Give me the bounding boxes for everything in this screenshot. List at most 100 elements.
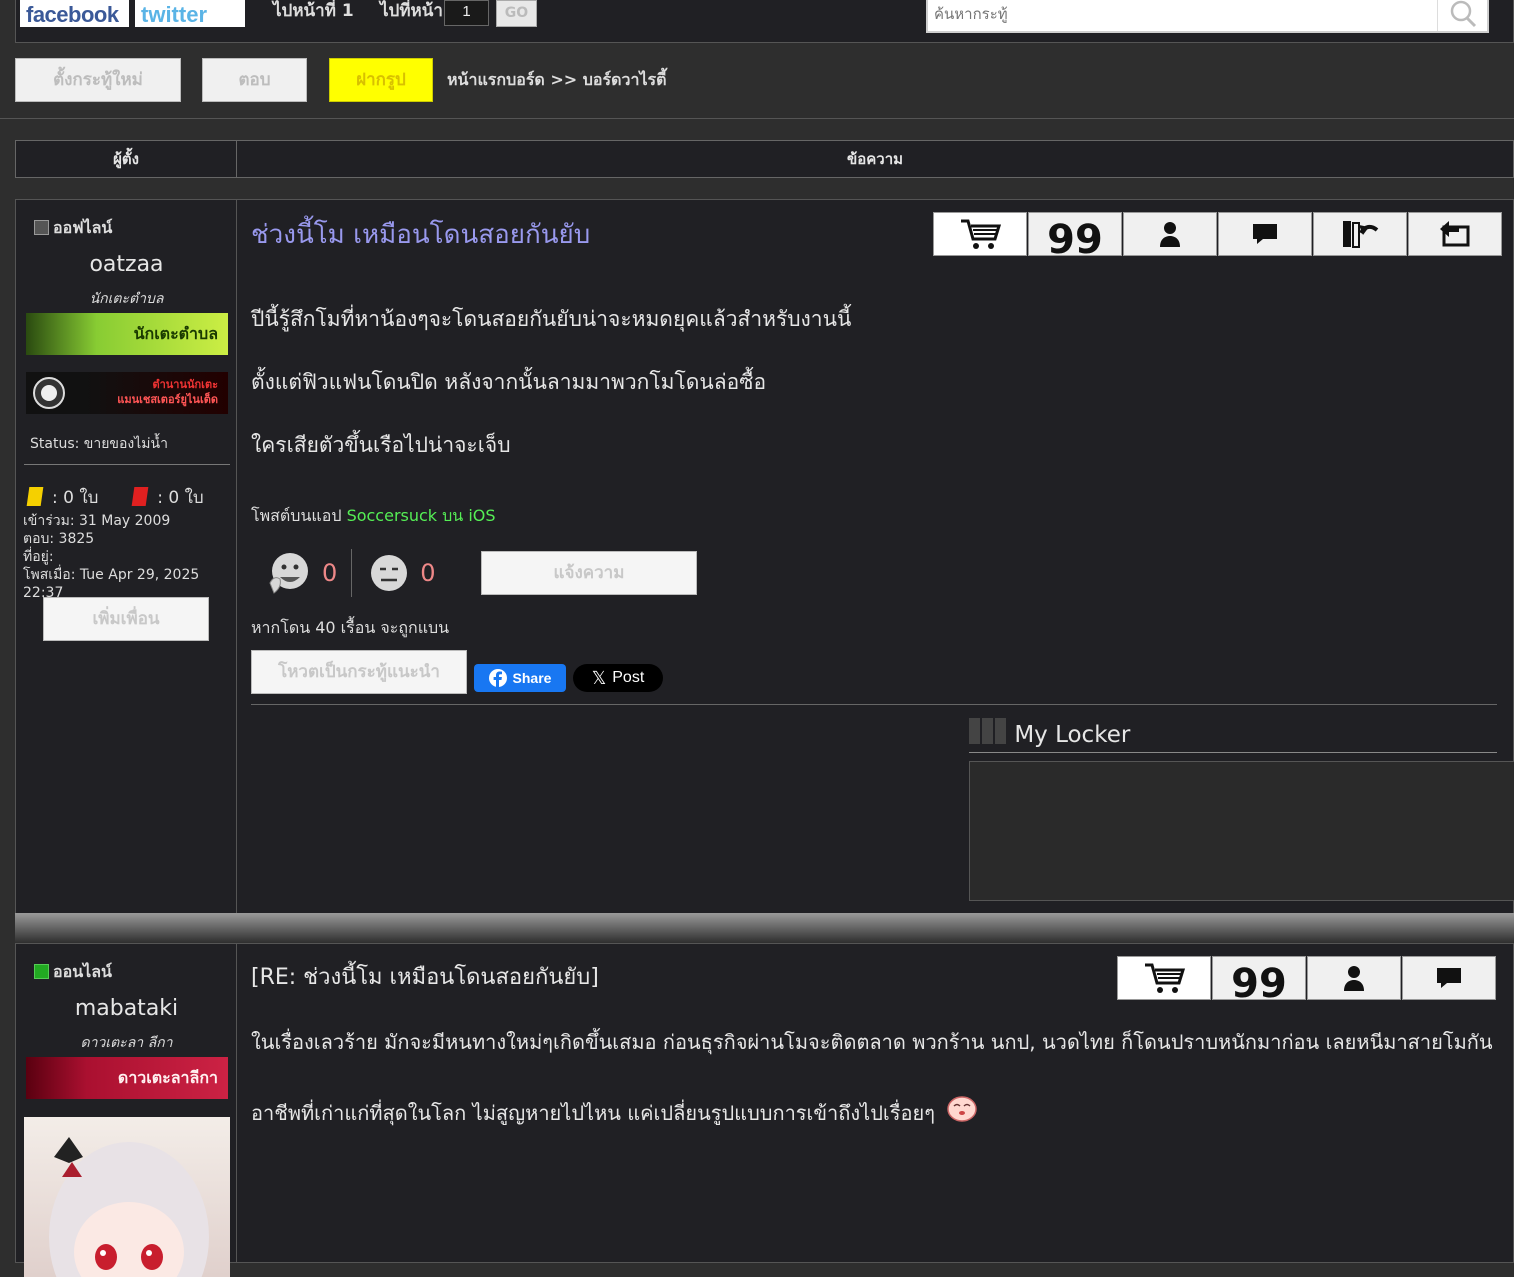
goto-page-1-link[interactable]: ไปหน้าที่ 1	[273, 0, 354, 22]
blush-emoji-icon	[947, 1096, 978, 1122]
search-button[interactable]	[1437, 0, 1487, 31]
message-button[interactable]	[1218, 212, 1312, 256]
quote-button[interactable]: 99	[1212, 956, 1306, 1007]
upload-image-button[interactable]: ฝากรูป	[329, 58, 433, 102]
post-1: ออฟไลน์ oatzaa นักเตะตำบล นักเตะตำบล ตำน…	[15, 199, 1514, 915]
divider	[251, 704, 1497, 705]
post-label: Post	[612, 669, 645, 686]
badge-text: ดาวเตะลาลีกา	[117, 1068, 218, 1087]
new-topic-button[interactable]: ตั้งกระทู้ใหม่	[15, 58, 181, 102]
anime-avatar-icon	[49, 1137, 209, 1277]
rank-badge: ดาวเตะลาลีกา	[26, 1057, 228, 1099]
chat-icon	[1253, 224, 1277, 244]
post-title: [RE: ช่วงนี้โม เหมือนโดนสอยกันยับ]	[251, 965, 599, 990]
ban-note: หากโดน 40 เรื้อน จะถูกแบน	[251, 618, 450, 637]
location: ที่อยู่:	[23, 549, 54, 565]
reply-count: ตอบ: 3825	[23, 531, 95, 547]
divider	[351, 549, 353, 597]
shop-button[interactable]	[933, 212, 1027, 256]
profile-button[interactable]	[1123, 212, 1217, 256]
move-topic-button[interactable]	[1313, 212, 1407, 256]
table-header: ผู้ตั้ง ข้อความ	[15, 140, 1514, 178]
facebook-share-button[interactable]: Share	[474, 664, 566, 692]
back-button[interactable]	[1408, 212, 1502, 256]
app-link[interactable]: Soccersuck บน iOS	[347, 506, 496, 525]
reply-button[interactable]: ตอบ	[202, 58, 307, 102]
club-crest-icon	[33, 377, 65, 409]
body-line: ใครเสียตัวขึ้นเรือไปน่าจะเจ็บ	[251, 433, 511, 457]
like-count: 0	[322, 559, 338, 587]
locker-icon	[969, 718, 1006, 744]
user-status-text: Status: ขายของไม่น้ำ	[30, 436, 168, 452]
search-icon	[1450, 0, 1477, 28]
joined-date: เข้าร่วม: 31 May 2009	[23, 513, 171, 529]
yellow-card-count: : 0 ใบ	[52, 488, 99, 508]
dislike-count: 0	[420, 559, 436, 587]
author-panel: ออฟไลน์ oatzaa นักเตะตำบล นักเตะตำบล ตำน…	[16, 200, 237, 914]
red-card-count: : 0 ใบ	[157, 488, 204, 508]
chat-icon	[1437, 968, 1461, 988]
share-label: Share	[512, 670, 552, 686]
twitter-button[interactable]: twitter	[135, 0, 245, 27]
quote-button[interactable]: 99	[1028, 212, 1122, 263]
user-icon	[1160, 222, 1180, 247]
user-meta: เข้าร่วม: 31 May 2009 ตอบ: 3825 ที่อยู่:…	[23, 512, 236, 602]
avatar[interactable]	[24, 1117, 230, 1277]
shop-button[interactable]	[1117, 956, 1211, 1000]
x-post-button[interactable]: 𝕏 Post	[573, 664, 663, 692]
offline-icon	[34, 220, 49, 235]
card-counts: : 0 ใบ : 0 ใบ	[26, 484, 204, 511]
recommend-topic-button[interactable]: โหวตเป็นกระทู้แนะนำ	[251, 650, 467, 694]
author-panel: ออนไลน์ mabataki ดาวเตะลา ลีกา ดาวเตะลาล…	[16, 944, 237, 1277]
facebook-icon	[488, 669, 507, 687]
report-button[interactable]: แจ้งความ	[481, 551, 697, 595]
post-2: ออนไลน์ mabataki ดาวเตะลา ลีกา ดาวเตะลาล…	[15, 943, 1514, 1277]
add-friend-button[interactable]: เพิ่มเพื่อน	[43, 597, 209, 641]
rank-badge: นักเตะตำบล	[26, 313, 228, 355]
status-text: ออฟไลน์	[53, 218, 113, 237]
user-rank: นักเตะตำบล	[89, 291, 164, 307]
quote-icon: 99	[1047, 217, 1103, 263]
divider	[969, 752, 1497, 753]
divider	[0, 118, 1514, 119]
return-icon	[1440, 221, 1470, 247]
quote-icon: 99	[1231, 961, 1287, 1007]
username[interactable]: mabataki	[16, 996, 237, 1021]
header-message: ข้อความ	[846, 150, 904, 168]
online-icon	[34, 964, 49, 979]
post-toolbar: 99	[933, 212, 1503, 263]
username[interactable]: oatzaa	[16, 252, 237, 277]
door-arrow-icon	[1343, 221, 1379, 248]
body-text: อาชีพที่เก่าแก่ที่สุดในโลก ไม่สูญหายไปไห…	[251, 1101, 935, 1125]
locker-content	[969, 761, 1514, 901]
user-icon	[1344, 966, 1364, 991]
cart-icon	[1145, 963, 1185, 993]
search-input[interactable]	[932, 0, 1432, 28]
body-line: ปีนี้รู้สึกโมที่หาน้องๆจะโดนสอยกันยับน่า…	[251, 307, 852, 331]
message-button[interactable]	[1402, 956, 1496, 1000]
user-status-indicator: ออฟไลน์	[34, 216, 112, 241]
meh-emoji-icon[interactable]	[368, 552, 410, 594]
search-box	[926, 0, 1489, 33]
legend-badge: ตำนานนักเตะ แมนเชสเตอร์ยูไนเต็ด	[26, 372, 228, 414]
locker-label: My Locker	[1014, 722, 1131, 748]
post-body: ปีนี้รู้สึกโมที่หาน้องๆจะโดนสอยกันยับน่า…	[251, 303, 851, 462]
badge-text: นักเตะตำบล	[133, 324, 218, 343]
post-title[interactable]: ช่วงนี้โม เหมือนโดนสอยกันยับ	[251, 214, 590, 255]
post-toolbar: 99	[1117, 956, 1497, 1007]
posted-via: โพสต์บนแอป Soccersuck บน iOS	[251, 504, 496, 529]
laugh-emoji-icon[interactable]	[266, 549, 312, 597]
go-button[interactable]: GO	[496, 0, 537, 27]
breadcrumb[interactable]: หน้าแรกบอร์ด >> บอร์ดวาไรตี้	[447, 68, 667, 93]
post-body: ในเรื่องเลวร้าย มักจะมีหนทางใหม่ๆเกิดขึ้…	[251, 1028, 1501, 1127]
status-text: ออนไลน์	[53, 962, 112, 981]
page-number-input[interactable]: 1	[444, 0, 489, 26]
facebook-button[interactable]: facebook	[20, 0, 129, 27]
reactions: 0 0	[266, 549, 450, 597]
via-prefix: โพสต์บนแอป	[251, 506, 347, 525]
x-icon: 𝕏	[591, 667, 607, 688]
divider	[24, 464, 230, 465]
profile-button[interactable]	[1307, 956, 1401, 1000]
body-line-with-emoji: อาชีพที่เก่าแก่ที่สุดในโลก ไม่สูญหายไปไห…	[251, 1094, 1501, 1127]
post-separator	[15, 913, 1514, 943]
